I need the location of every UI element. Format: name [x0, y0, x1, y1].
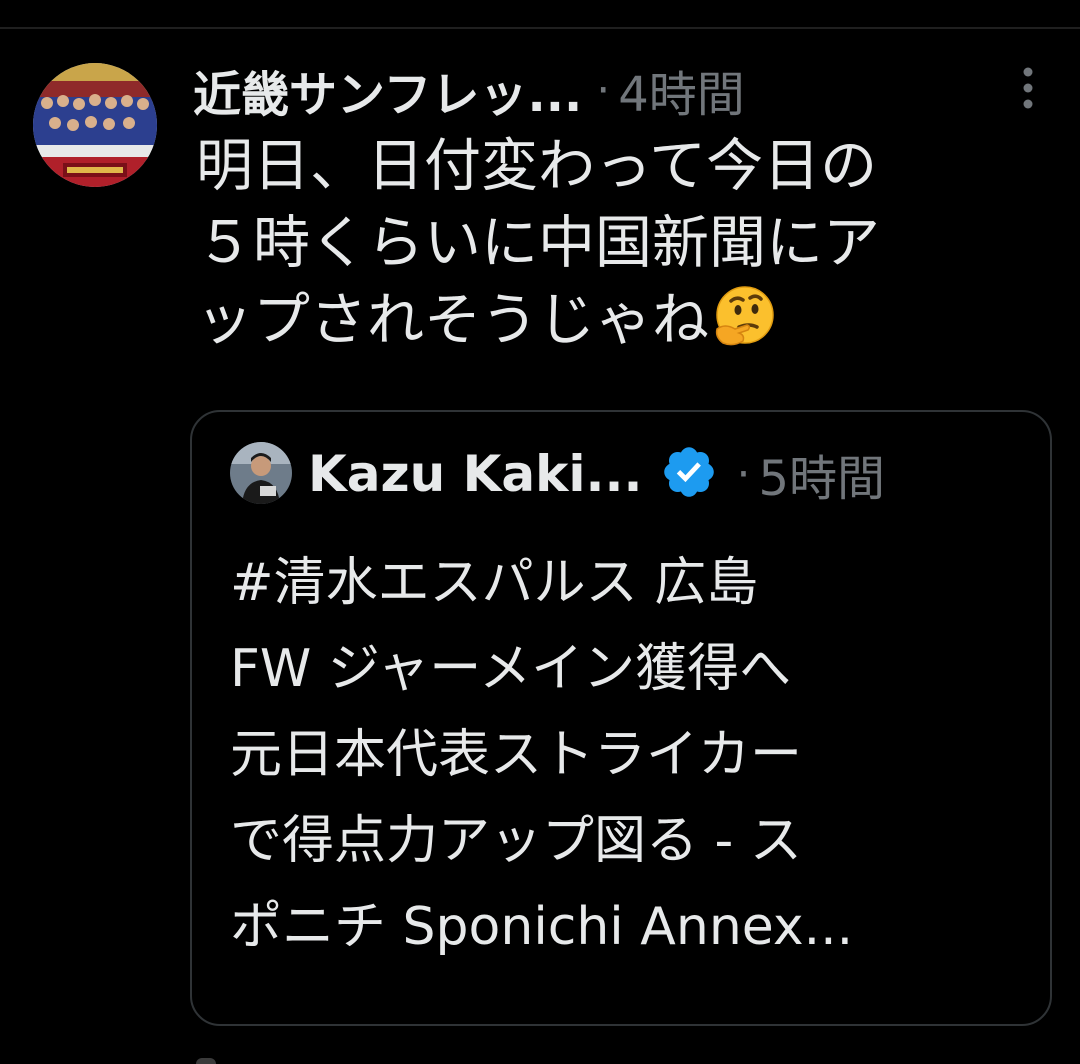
tweet-text: 明日、日付変わって今日の ５時くらいに中国新聞にア ップされそうじゃね	[196, 128, 1056, 371]
thinking-face-icon	[711, 285, 777, 371]
quote-meta-separator: ·	[736, 448, 751, 500]
top-divider	[0, 27, 1080, 29]
quote-text: #清水エスパルス 広島 FW ジャーメイン獲得へ 元日本代表ストライカー で得点…	[230, 553, 854, 957]
tweet-text-content: 明日、日付変わって今日の ５時くらいに中国新聞にア ップされそうじゃね	[196, 133, 880, 353]
quote-timestamp[interactable]: 5時間	[758, 439, 885, 509]
more-options-icon	[1023, 67, 1033, 109]
tweet-timestamp[interactable]: 4時間	[618, 55, 745, 125]
author-avatar[interactable]	[33, 63, 157, 187]
tweet-header: 近畿サンフレッ... · 4時間	[193, 50, 993, 130]
author-name[interactable]: 近畿サンフレッ...	[193, 55, 582, 125]
next-item-edge	[196, 1058, 216, 1064]
verified-badge-icon	[660, 443, 718, 505]
quoted-tweet-card[interactable]: Kazu Kaki... · 5時間 #清水エスパルス 広島 FW ジャーメイン…	[190, 410, 1052, 1026]
person-avatar-icon	[230, 442, 292, 504]
quote-author-avatar[interactable]	[230, 442, 292, 504]
more-options-button[interactable]	[1010, 62, 1046, 114]
quote-author-name[interactable]: Kazu Kaki...	[308, 445, 642, 503]
team-photo-avatar-icon	[33, 63, 157, 187]
quote-header: Kazu Kaki... · 5時間	[308, 436, 885, 512]
meta-separator: ·	[596, 64, 611, 116]
